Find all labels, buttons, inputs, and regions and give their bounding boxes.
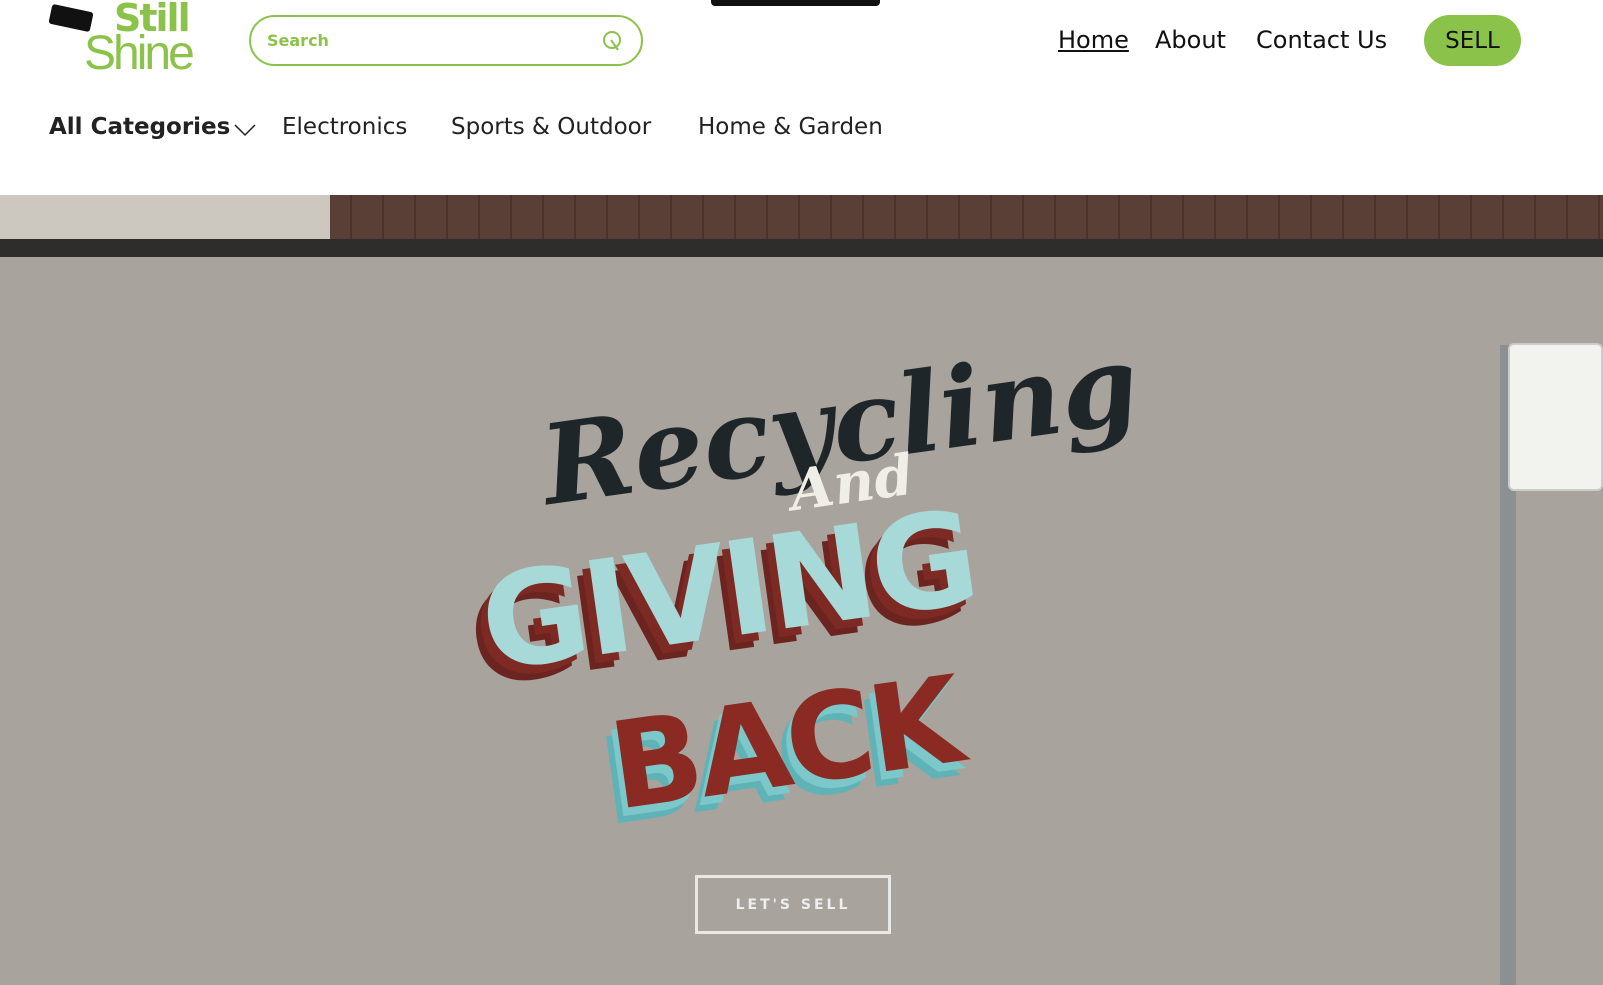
category-electronics[interactable]: Electronics xyxy=(282,114,407,140)
lets-sell-button[interactable]: LET'S SELL xyxy=(695,875,891,934)
nav-about[interactable]: About xyxy=(1155,26,1226,54)
search-input[interactable] xyxy=(267,31,601,50)
sell-button[interactable]: SELL xyxy=(1424,15,1521,66)
nav-home[interactable]: Home xyxy=(1058,26,1129,54)
wall-ledge xyxy=(0,239,1603,257)
category-sports-outdoor[interactable]: Sports & Outdoor xyxy=(451,114,651,140)
nav-contact-us[interactable]: Contact Us xyxy=(1256,26,1387,54)
category-home-garden[interactable]: Home & Garden xyxy=(698,114,883,140)
mural-back: BACK xyxy=(602,651,968,838)
all-categories-dropdown[interactable]: All Categories xyxy=(49,114,256,140)
search-bar xyxy=(249,15,643,66)
search-icon[interactable] xyxy=(601,29,625,53)
building-facade xyxy=(0,195,330,243)
hero-banner: Recycling And GIVING BACK LET'S SELL xyxy=(0,195,1603,985)
logo-text-shine: Shine xyxy=(84,27,195,80)
parking-sign xyxy=(1508,343,1603,491)
chevron-down-icon xyxy=(234,124,256,137)
camera-notch xyxy=(711,0,880,6)
logo[interactable]: Still Shine xyxy=(48,0,208,82)
all-categories-label: All Categories xyxy=(49,114,231,140)
